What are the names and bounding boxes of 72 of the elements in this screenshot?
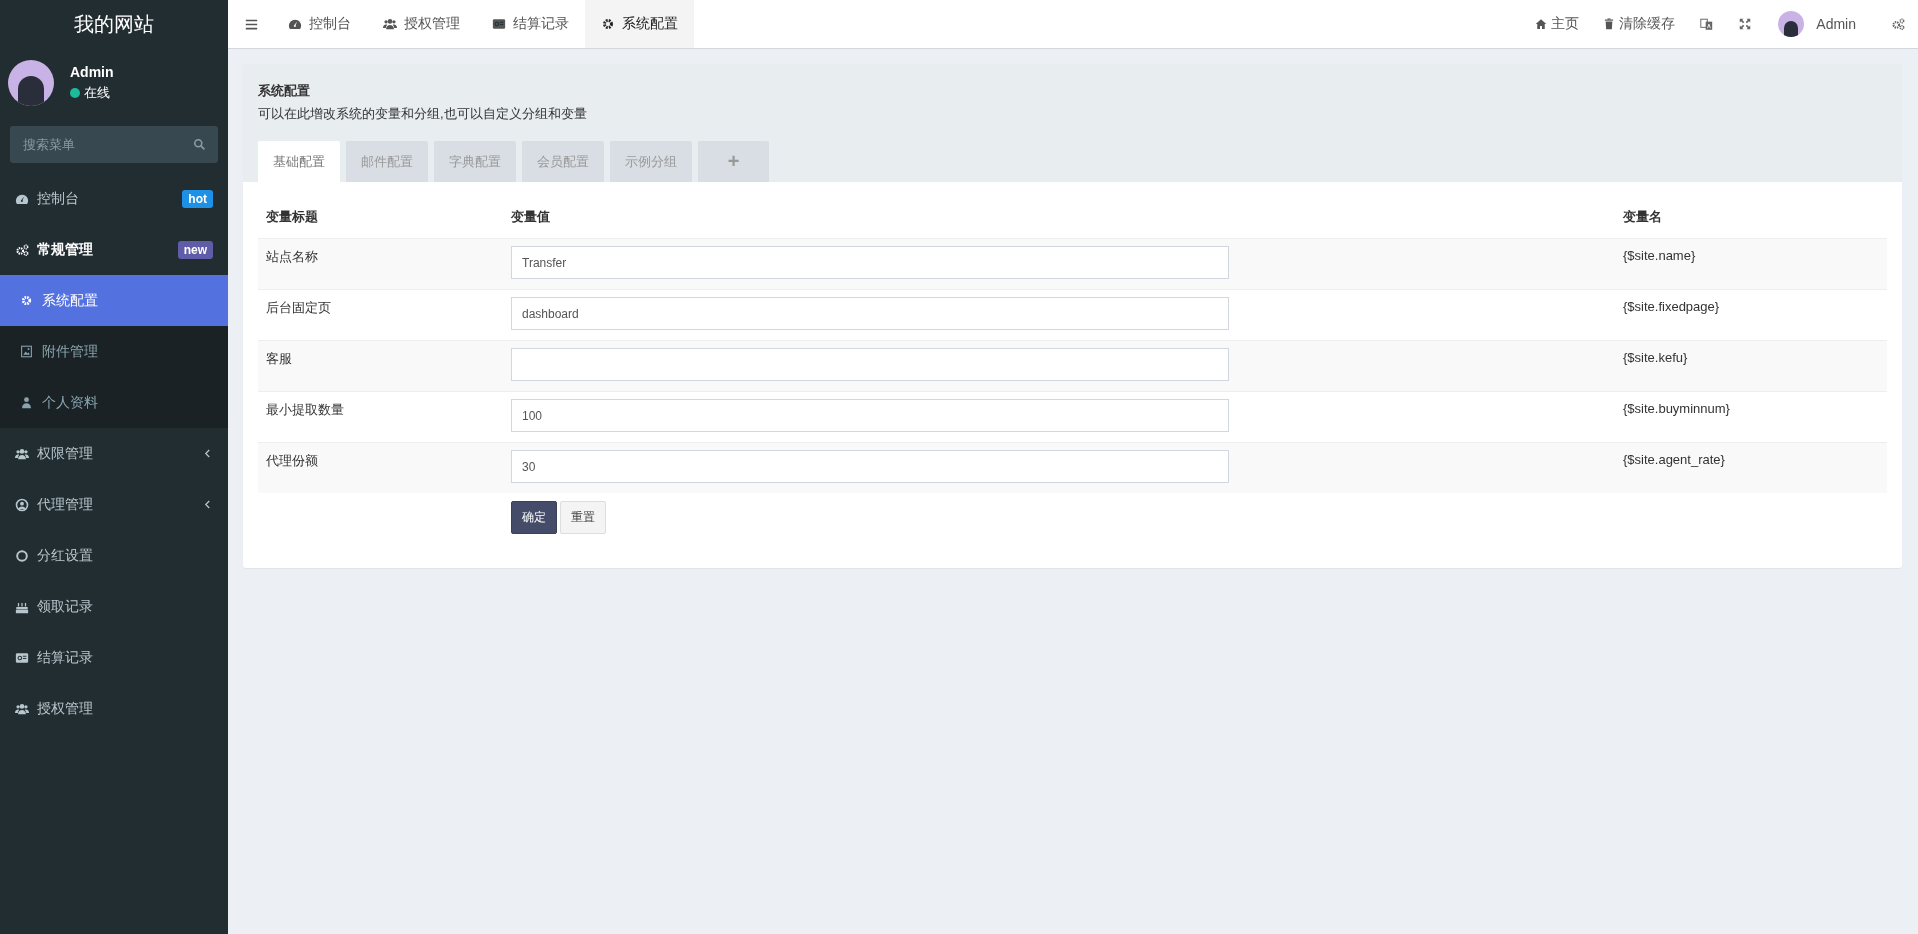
online-dot — [70, 88, 80, 98]
table-cell-text: {$site.kefu} — [1622, 349, 1689, 367]
gauge-icon — [288, 17, 302, 31]
card-icon — [492, 17, 506, 31]
input-field[interactable]: dashboard — [511, 297, 1229, 330]
home-icon — [1535, 18, 1548, 30]
sidebar-menu-item[interactable]: 代理管理 — [0, 479, 228, 530]
badge: new — [177, 240, 213, 259]
user-icon — [20, 396, 33, 409]
card-icon — [15, 650, 29, 665]
table-cell-text: {$site.name} — [1622, 247, 1697, 265]
users-icon — [15, 446, 29, 461]
site-title: 我的网站 — [73, 11, 155, 37]
user-status: 在线 — [84, 84, 110, 102]
table-cell-text: 代理份额 — [265, 452, 319, 470]
column-header: 变量名 — [1622, 208, 1663, 226]
chevron-left-icon — [202, 448, 213, 459]
nav-tab[interactable]: 结算记录 — [476, 0, 585, 48]
table-cell-text: 后台固定页 — [265, 299, 332, 317]
gear-icon — [601, 17, 615, 31]
avatar-silhouette — [8, 60, 54, 106]
sidebar-menu-item[interactable]: 控制台 hot — [0, 173, 228, 224]
nav-link[interactable]: 清除缓存 — [1591, 0, 1688, 48]
sidebar-menu-item[interactable]: 权限管理 — [0, 428, 228, 479]
nav-tab[interactable]: 授权管理 — [367, 0, 476, 48]
users-icon — [383, 17, 397, 31]
avatar-silhouette — [1778, 11, 1805, 37]
input-field[interactable] — [511, 348, 1229, 381]
nav-tab[interactable]: 控制台 — [272, 0, 367, 48]
column-header: 变量值 — [510, 208, 551, 226]
trash-icon — [1603, 18, 1616, 30]
user-name: Admin — [70, 64, 114, 80]
circle-icon — [15, 548, 29, 563]
nav-link[interactable]: 主页 — [1523, 0, 1592, 48]
sidebar-menu-item[interactable]: 结算记录 — [0, 632, 228, 683]
sidebar-menu-item[interactable]: 分红设置 — [0, 530, 228, 581]
table-cell-text: {$site.fixedpage} — [1622, 298, 1721, 316]
sidebar-menu-item[interactable]: 领取记录 — [0, 581, 228, 632]
reset-button[interactable]: 重置 — [560, 501, 606, 534]
sidebar-submenu-item[interactable]: 个人资料 — [0, 377, 228, 428]
nav-tab[interactable]: 系统配置 — [585, 0, 694, 48]
confirm-button[interactable]: 确定 — [511, 501, 557, 534]
gears-icon — [15, 242, 29, 257]
translate-icon — [1700, 17, 1714, 31]
input-field[interactable]: 30 — [511, 450, 1229, 483]
table-cell-text: {$site.agent_rate} — [1622, 451, 1726, 469]
table-cell-text: 最小提取数量 — [265, 401, 345, 419]
image-icon — [20, 345, 33, 358]
sidebar-submenu-item[interactable]: 附件管理 — [0, 326, 228, 377]
settings-icon — [1891, 17, 1905, 31]
config-tab[interactable]: 基础配置 — [258, 141, 340, 182]
sidebar-submenu-item[interactable]: 系统配置 — [0, 275, 228, 326]
user-circle-icon — [15, 497, 29, 512]
panel-description: 可以在此增改系统的变量和分组,也可以自定义分组和变量 — [258, 105, 588, 123]
gear-icon — [20, 294, 33, 307]
users-icon — [15, 701, 29, 716]
table-cell-text: 客服 — [265, 350, 293, 368]
badge: hot — [182, 189, 213, 208]
panel-title: 系统配置 — [258, 82, 311, 100]
sidebar-menu-item[interactable]: 常规管理 new — [0, 224, 228, 275]
search-field[interactable]: 搜索菜单 — [10, 126, 218, 163]
menu-icon — [245, 17, 258, 31]
chevron-left-icon — [202, 499, 213, 510]
fullscreen-icon — [1739, 18, 1752, 30]
sidebar-menu-item[interactable]: 授权管理 — [0, 683, 228, 734]
search-icon — [193, 138, 206, 151]
table-cell-text: {$site.buyminnum} — [1622, 400, 1731, 418]
user-menu[interactable]: Admin — [1764, 0, 1878, 48]
column-header: 变量标题 — [265, 208, 319, 226]
table-cell-text: 站点名称 — [265, 248, 319, 266]
input-field[interactable]: 100 — [511, 399, 1229, 432]
input-field[interactable]: Transfer — [511, 246, 1229, 279]
